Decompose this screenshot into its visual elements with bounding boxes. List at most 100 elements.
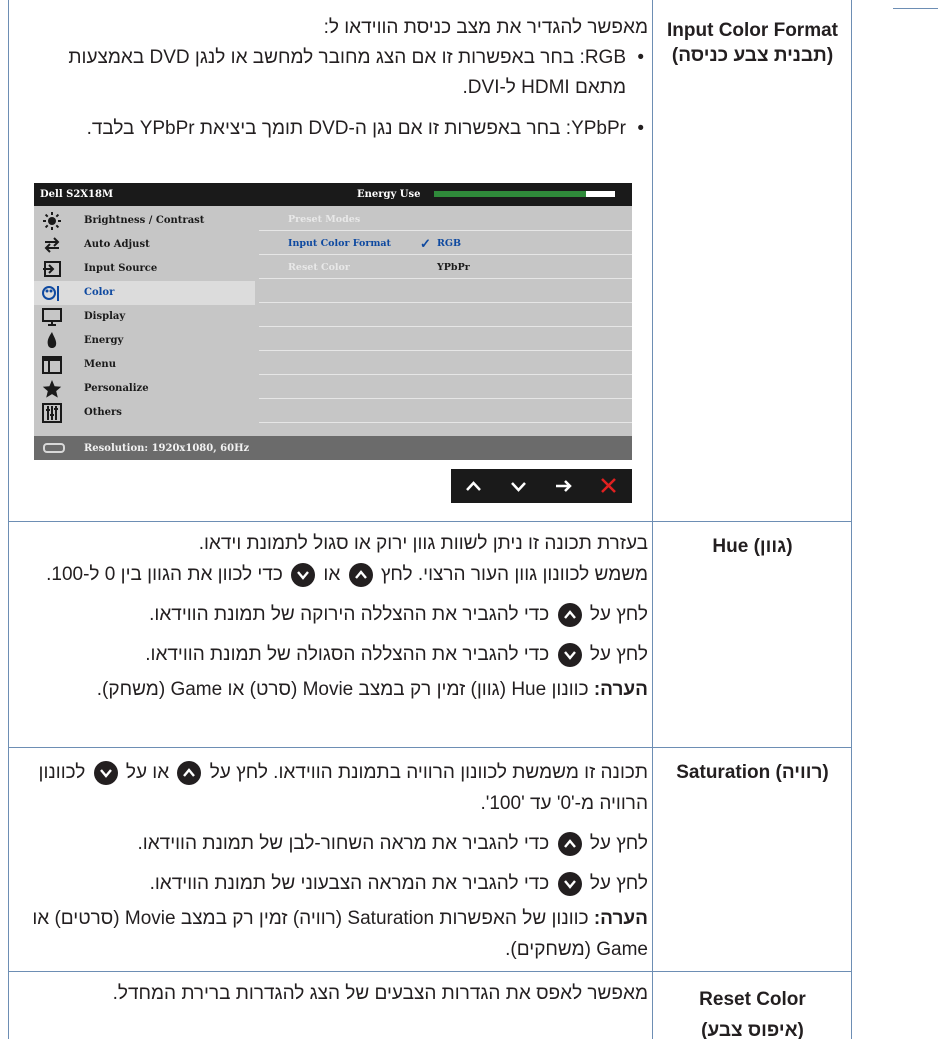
osd-row-line <box>259 278 632 279</box>
rgb-term: RGB <box>584 47 626 68</box>
saturation-up-prefix: לחץ על <box>589 833 648 854</box>
hue-intro: בעזרת תכונה זו ניתן לשוות גוון ירוק או ס… <box>198 533 648 554</box>
osd-energy-indicator <box>586 191 615 197</box>
hue-note: הערה: כוונון Hue (גוון) זמין רק במצב Mov… <box>14 674 648 705</box>
intro-text: מאפשר להגדיר את מצב כניסת הווידאו ל: <box>323 17 648 38</box>
others-icon <box>42 403 62 423</box>
auto-adjust-icon <box>42 235 62 255</box>
osd-menu-item-label: Auto Adjust <box>84 239 150 250</box>
column-divider <box>652 0 653 1039</box>
osd-row-line <box>259 230 632 231</box>
down-icon[interactable] <box>496 469 541 503</box>
osd-menu-item-label: Input Source <box>84 263 158 274</box>
up-button-icon <box>557 602 582 627</box>
osd-menu-item[interactable]: Input Source <box>34 257 255 281</box>
energy-icon <box>42 331 62 351</box>
up-button-icon <box>557 831 582 856</box>
osd-menu-item-label: Menu <box>84 359 116 370</box>
up-icon[interactable] <box>451 469 496 503</box>
osd-menu-item[interactable]: Auto Adjust <box>34 233 255 257</box>
saturation-up-line: לחץ על כדי להגביר את מראה השחור-לבן של ת… <box>14 828 648 859</box>
saturation-or-text: או על <box>125 762 170 783</box>
label-english: Reset Color <box>699 989 806 1010</box>
row-label-hue: Hue (גוון) <box>712 536 793 557</box>
hue-up-desc: כדי להגביר את ההצללה הירוקה של תמונת הוו… <box>149 604 550 625</box>
osd-row-line <box>259 302 632 303</box>
close-icon[interactable] <box>586 469 631 503</box>
down-button-icon <box>291 562 316 587</box>
hue-or-text: או <box>323 564 341 585</box>
hue-up-prefix: לחץ על <box>589 604 648 625</box>
hue-range-text: כדי לכוון את הגוון בין 0 ל-100. <box>46 564 283 585</box>
personalize-icon <box>42 379 62 399</box>
row-divider <box>8 971 852 972</box>
row-desc-input-color-format: מאפשר להגדיר את מצב כניסת הווידאו ל: RGB… <box>14 12 648 144</box>
saturation-instruction-text: תכונה זו משמשת לכוונון הרוויה בתמונת הוו… <box>209 762 648 783</box>
hue-up-line: לחץ על כדי להגביר את ההצללה הירוקה של תמ… <box>14 599 648 630</box>
note-text: כוונון Hue (גוון) זמין רק במצב Movie (סר… <box>96 679 594 700</box>
osd-energy-label: Energy Use <box>357 189 421 200</box>
osd-nav-bar <box>451 469 632 503</box>
saturation-up-desc: כדי להגביר את מראה השחור-לבן של תמונת הו… <box>137 833 550 854</box>
input-source-icon <box>42 259 62 279</box>
saturation-down-line: לחץ על כדי להגביר את המראה הצבעוני של תמ… <box>14 868 648 899</box>
down-button-icon <box>557 642 582 667</box>
menu-icon <box>42 355 62 375</box>
osd-menu-item[interactable]: Menu <box>34 353 255 377</box>
row-desc-saturation: תכונה זו משמשת לכוונון הרוויה בתמונת הוו… <box>14 757 648 965</box>
osd-menu-item[interactable]: Color <box>34 281 255 305</box>
osd-menu-item-label: Brightness / Contrast <box>84 215 205 226</box>
page-rule <box>893 8 938 9</box>
hue-down-desc: כדי להגביר את ההצללה הסגולה של תמונת הוו… <box>145 644 550 665</box>
row-divider <box>8 747 852 748</box>
osd-menu-list: Brightness / Contrast Auto Adjust Input So… <box>34 206 255 436</box>
saturation-down-prefix: לחץ על <box>589 873 648 894</box>
down-button-icon <box>557 871 582 896</box>
osd-model-name: Dell S2X18M <box>40 189 114 200</box>
osd-value-ypbpr: YPbPr <box>437 262 470 273</box>
osd-row-line <box>259 254 632 255</box>
hue-down-line: לחץ על כדי להגביר את ההצללה הסגולה של תמ… <box>14 639 648 670</box>
osd-resolution: Resolution: 1920x1080, 60Hz <box>84 443 250 454</box>
bullet-rgb: RGB: בחר באפשרות זו אם הצג מחובר למחשב א… <box>14 43 648 103</box>
osd-options-panel: Preset Modes Input Color Format ✓ RGB Re… <box>255 206 632 436</box>
check-icon: ✓ <box>420 237 431 252</box>
osd-energy-bar <box>434 191 615 197</box>
hue-instruction-text: משמש לכוונון גוון העור הרצוי. לחץ <box>380 564 648 585</box>
row-desc-reset-color: מאפשר לאפס את הגדרות הצבעים של הצג להגדר… <box>112 983 648 1004</box>
row-label-reset-color: Reset Color (איפוס צבע) <box>656 984 849 1039</box>
row-divider <box>8 521 852 522</box>
osd-menu-item[interactable]: Others <box>34 401 255 425</box>
label-english: Input Color Format <box>667 20 838 41</box>
osd-menu-item-label: Energy <box>84 335 124 346</box>
osd-menu-item[interactable]: Energy <box>34 329 255 353</box>
osd-option-reset-color: Reset Color <box>288 262 350 273</box>
osd-row-line <box>259 350 632 351</box>
hue-down-prefix: לחץ על <box>589 644 648 665</box>
osd-option-input-color-format: Input Color Format <box>288 238 391 249</box>
table-border-right <box>851 0 852 1039</box>
note-label: הערה: <box>593 679 648 700</box>
hue-instruction: משמש לכוונון גוון העור הרצוי. לחץ או כדי… <box>14 559 648 590</box>
osd-row-line <box>259 374 632 375</box>
osd-value-rgb: RGB <box>437 238 462 249</box>
brightness-icon <box>42 211 62 231</box>
color-icon <box>42 283 62 303</box>
note-text: כוונון של האפשרות Saturation (רוויה) זמי… <box>32 908 648 960</box>
saturation-down-desc: כדי להגביר את המראה הצבעוני של תמונת הוו… <box>149 873 550 894</box>
osd-menu-item[interactable]: Display <box>34 305 255 329</box>
osd-menu-item-label: Personalize <box>84 383 149 394</box>
osd-row-line <box>259 398 632 399</box>
osd-menu-item[interactable]: Brightness / Contrast <box>34 209 255 233</box>
osd-menu-item-label: Color <box>84 287 115 298</box>
osd-menu-item-label: Others <box>84 407 122 418</box>
up-button-icon <box>348 562 373 587</box>
osd-row-line <box>259 422 632 423</box>
label-hebrew: (תבנית צבע כניסה) <box>671 45 834 66</box>
display-icon <box>42 307 62 327</box>
osd-footer: Resolution: 1920x1080, 60Hz <box>34 436 632 460</box>
osd-menu-item[interactable]: Personalize <box>34 377 255 401</box>
saturation-instruction: תכונה זו משמשת לכוונון הרוויה בתמונת הוו… <box>14 757 648 819</box>
osd-menu-screenshot: Dell S2X18M Energy Use Brightness / Cont… <box>29 183 632 503</box>
enter-icon[interactable] <box>541 469 586 503</box>
